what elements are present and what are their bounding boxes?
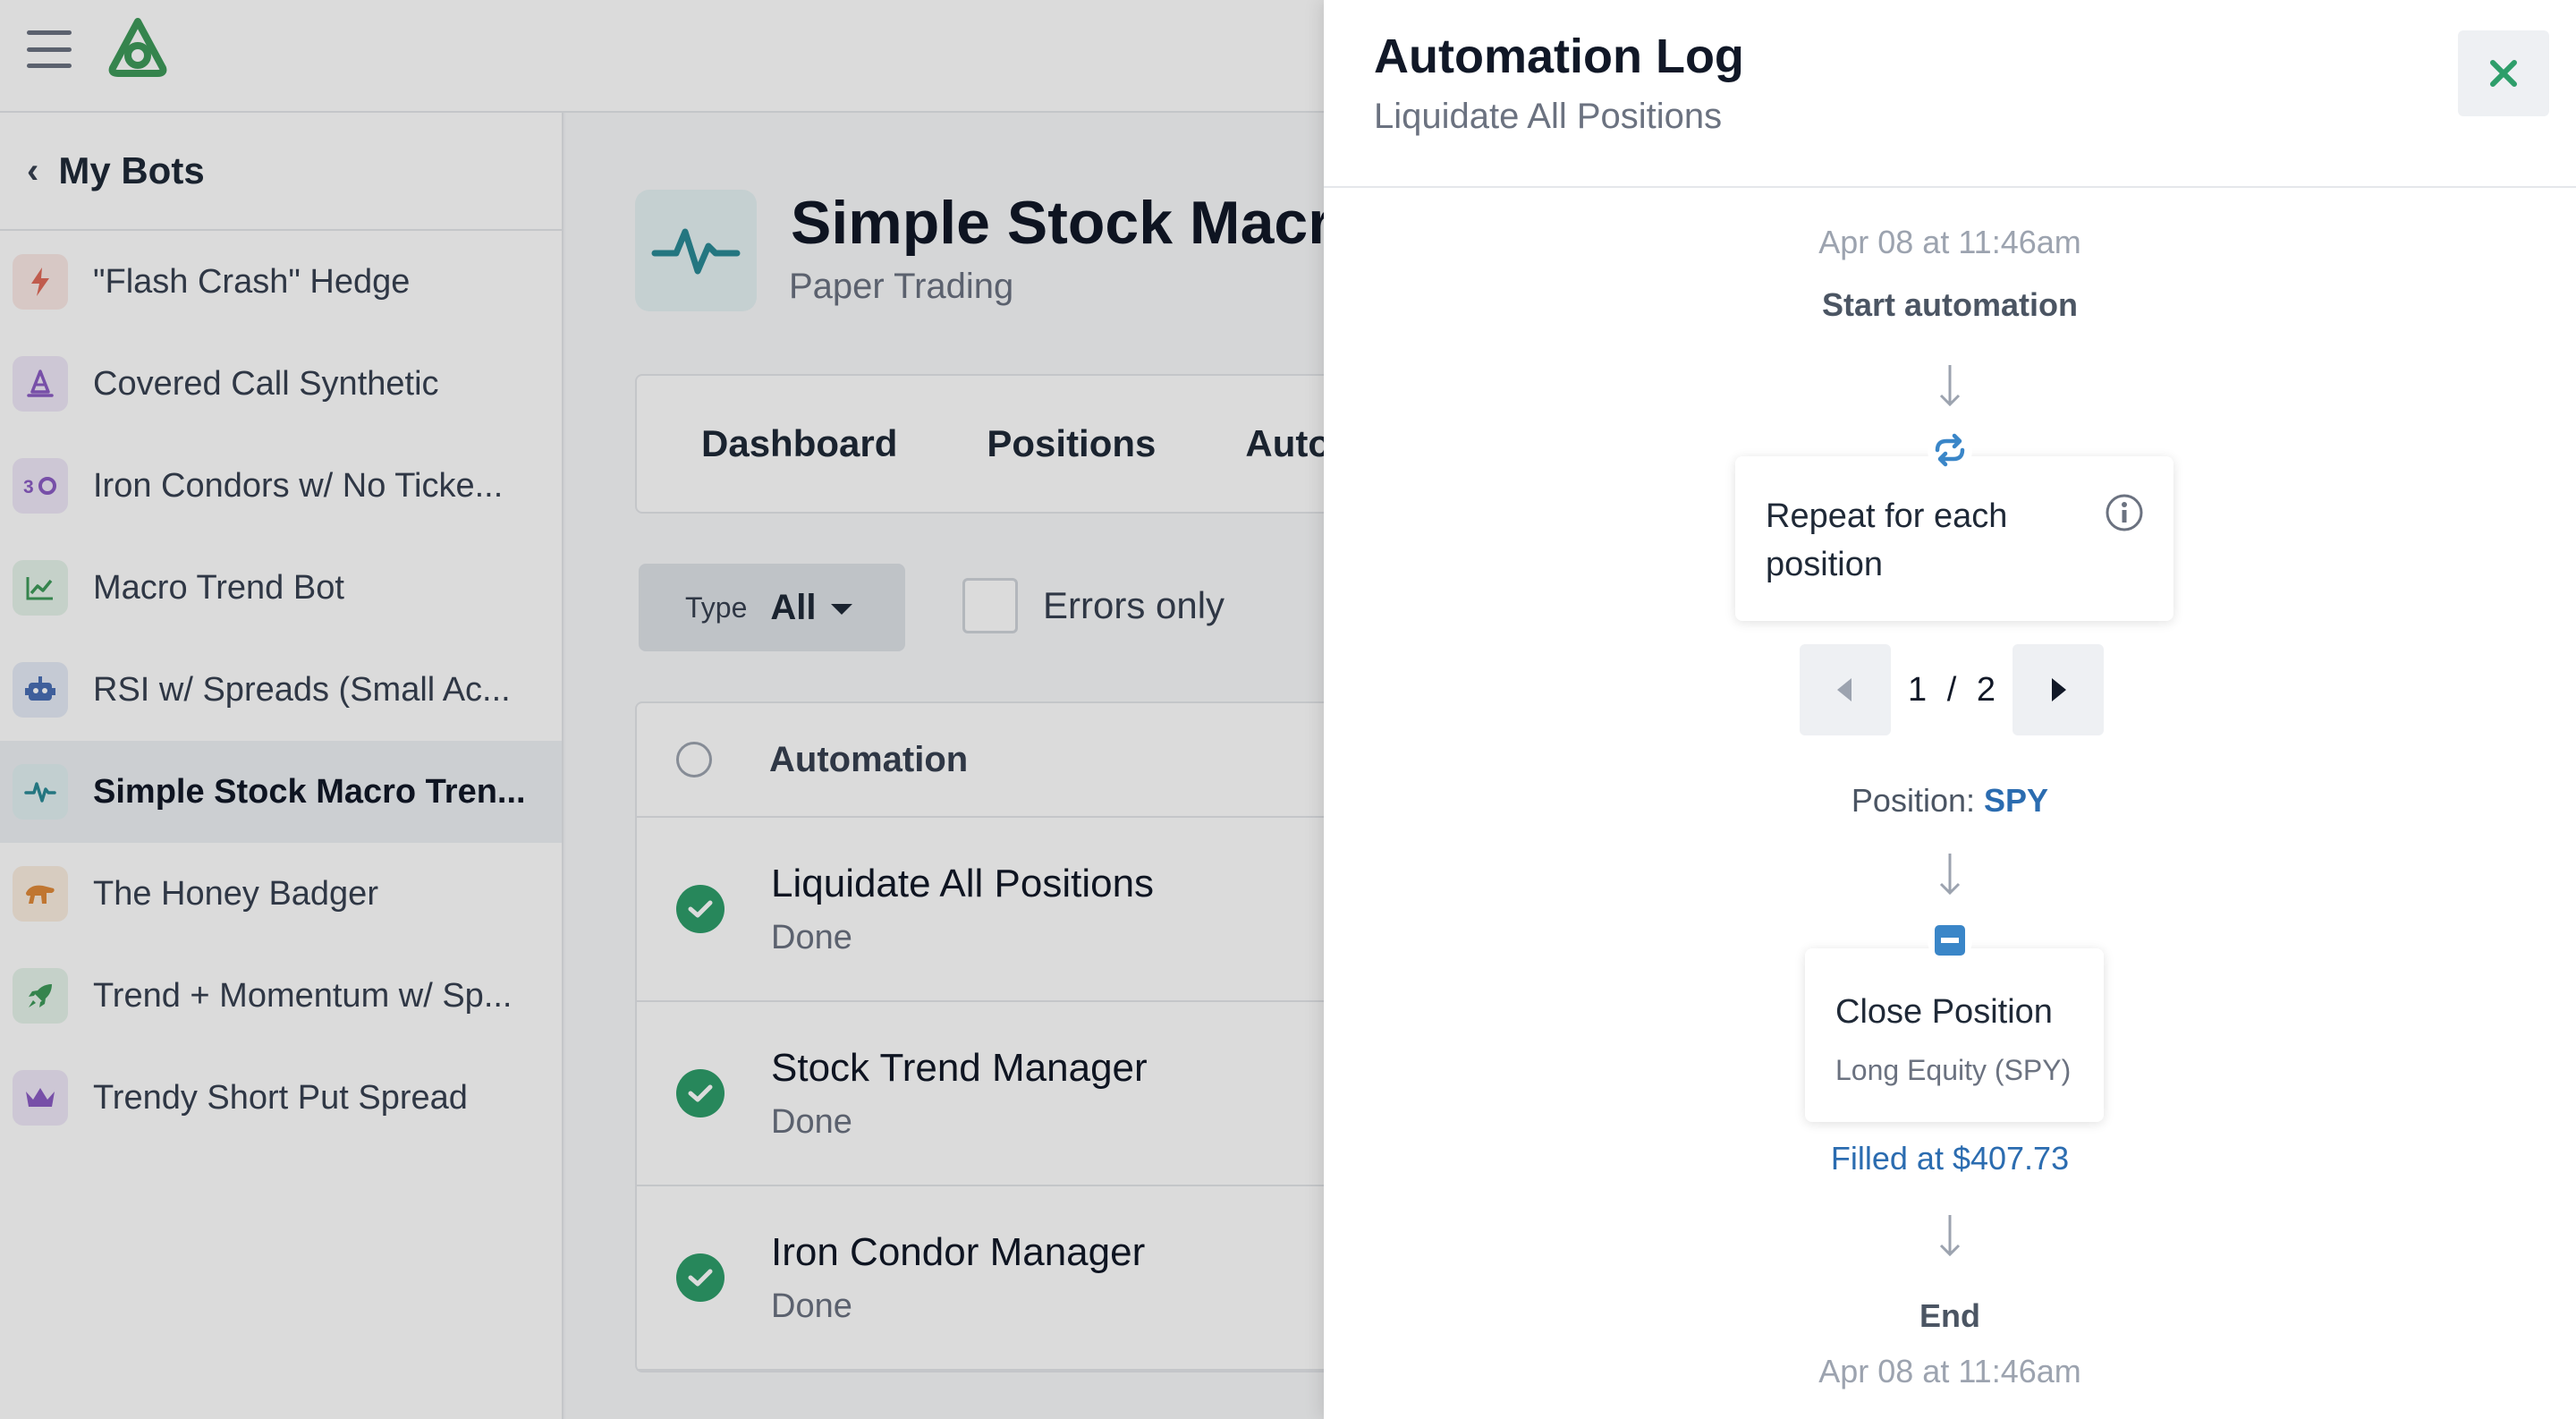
- start-timestamp: Apr 08 at 11:46am: [1818, 224, 2081, 260]
- info-icon[interactable]: [2104, 492, 2145, 533]
- end-timestamp: Apr 08 at 11:46am: [1818, 1353, 2081, 1389]
- caret-left-icon: [1837, 678, 1852, 701]
- minus-square-icon: [1935, 925, 1965, 956]
- close-icon: [2490, 60, 2517, 87]
- automation-log-drawer: Automation Log Liquidate All Positions A…: [1324, 0, 2576, 1419]
- pager-total: 2: [1976, 670, 1996, 709]
- repeat-step-card: Repeat for each position: [1735, 456, 2174, 621]
- pager-next-button[interactable]: [2012, 644, 2104, 735]
- repeat-icon: [1935, 433, 1965, 467]
- close-button[interactable]: [2458, 30, 2549, 116]
- pager-separator: /: [1946, 670, 1957, 709]
- pager-current: 1: [1908, 670, 1928, 709]
- position-symbol: SPY: [1984, 782, 2049, 819]
- drawer-subtitle: Liquidate All Positions: [1374, 97, 1723, 136]
- close-position-card: Close Position Long Equity (SPY): [1805, 948, 2104, 1122]
- drawer-title: Automation Log: [1374, 30, 1744, 83]
- caret-right-icon: [2052, 678, 2066, 701]
- pager-prev-button[interactable]: [1800, 644, 1891, 735]
- pager-indicator: 1 / 2: [1891, 671, 2012, 710]
- drawer-header: Automation Log Liquidate All Positions: [1324, 0, 2576, 188]
- modal-overlay[interactable]: [0, 0, 1324, 1419]
- arrow-down-icon: [1939, 854, 1961, 896]
- position-pager: 1 / 2: [1800, 644, 2104, 735]
- position-line: Position: SPY: [1324, 782, 2576, 820]
- close-position-badge: [1928, 918, 1972, 963]
- filled-price: Filled at $407.73: [1830, 1140, 2070, 1177]
- repeat-step-label: Repeat for each position: [1766, 497, 2008, 583]
- arrow-down-icon: [1939, 1215, 1961, 1257]
- start-automation-label: Start automation: [1821, 286, 2078, 323]
- end-label: End: [1919, 1297, 1980, 1334]
- close-position-subtitle: Long Equity (SPY): [1835, 1054, 2072, 1086]
- close-position-title: Close Position: [1835, 993, 2053, 1031]
- arrow-down-icon: [1939, 365, 1961, 407]
- position-prefix: Position:: [1851, 782, 1975, 819]
- repeat-badge: [1928, 428, 1972, 472]
